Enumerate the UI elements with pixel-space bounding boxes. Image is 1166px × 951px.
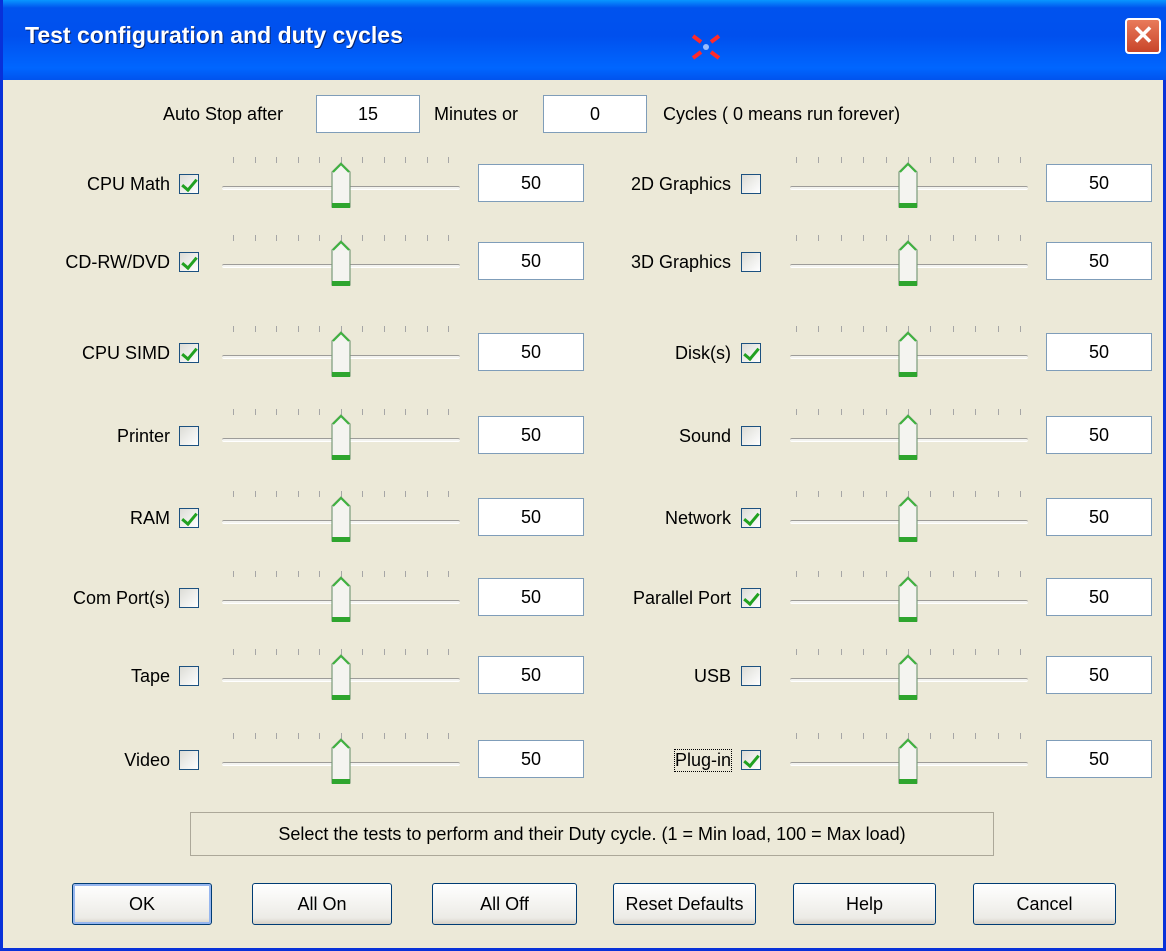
test-label-tape: Tape xyxy=(130,666,170,686)
slider-thumb-tape[interactable] xyxy=(330,654,352,702)
slider-thumb-com-port-s[interactable] xyxy=(330,576,352,624)
duty-value-tape[interactable]: 50 xyxy=(478,656,584,694)
duty-value-ram[interactable]: 50 xyxy=(478,498,584,536)
duty-value-video[interactable]: 50 xyxy=(478,740,584,778)
duty-value-cd-rw-dvd[interactable]: 50 xyxy=(478,242,584,280)
close-button[interactable]: ✕ xyxy=(1125,18,1161,54)
checkbox-network[interactable] xyxy=(741,508,761,528)
test-label-cd-rw-dvd: CD-RW/DVD xyxy=(65,252,170,272)
checkbox-usb[interactable] xyxy=(741,666,761,686)
test-label-plug-in: Plug-in xyxy=(673,749,733,772)
slider-thumb-printer[interactable] xyxy=(330,414,352,462)
test-label-com-port-s: Com Port(s) xyxy=(72,588,170,608)
slider-thumb-parallel-port[interactable] xyxy=(897,576,919,624)
reset-defaults-button[interactable]: Reset Defaults xyxy=(613,883,756,925)
cancel-button[interactable]: Cancel xyxy=(973,883,1116,925)
test-label-2d-graphics: 2D Graphics xyxy=(630,174,731,194)
test-label-disk-s: Disk(s) xyxy=(675,343,731,363)
duty-value-disk-s[interactable]: 50 xyxy=(1046,333,1152,371)
test-label-network: Network xyxy=(664,508,731,528)
duty-value-usb[interactable]: 50 xyxy=(1046,656,1152,694)
slider-thumb-ram[interactable] xyxy=(330,496,352,544)
test-label-sound: Sound xyxy=(678,426,731,446)
test-label-printer: Printer xyxy=(116,426,170,446)
checkbox-parallel-port[interactable] xyxy=(741,588,761,608)
test-label-cpu-simd: CPU SIMD xyxy=(81,343,170,363)
duty-value-printer[interactable]: 50 xyxy=(478,416,584,454)
duty-value-3d-graphics[interactable]: 50 xyxy=(1046,242,1152,280)
slider-thumb-cpu-simd[interactable] xyxy=(330,331,352,379)
slider-thumb-3d-graphics[interactable] xyxy=(897,240,919,288)
checkbox-plug-in[interactable] xyxy=(741,750,761,770)
checkbox-cpu-simd[interactable] xyxy=(179,343,199,363)
status-hint: Select the tests to perform and their Du… xyxy=(190,812,994,856)
autostop-prefix: Auto Stop after xyxy=(163,104,284,124)
duty-value-network[interactable]: 50 xyxy=(1046,498,1152,536)
help-button[interactable]: Help xyxy=(793,883,936,925)
test-label-video: Video xyxy=(124,750,170,770)
checkbox-2d-graphics[interactable] xyxy=(741,174,761,194)
test-label-3d-graphics: 3D Graphics xyxy=(630,252,731,272)
minutes-input[interactable]: 15 xyxy=(316,95,420,133)
checkbox-3d-graphics[interactable] xyxy=(741,252,761,272)
cycles-label: Cycles ( 0 means run forever) xyxy=(663,104,901,124)
slider-thumb-disk-s[interactable] xyxy=(897,331,919,379)
dialog-window: Test configuration and duty cycles ✕ Aut… xyxy=(0,0,1166,951)
checkbox-tape[interactable] xyxy=(179,666,199,686)
ok-button[interactable]: OK xyxy=(72,883,212,925)
checkbox-cpu-math[interactable] xyxy=(179,174,199,194)
slider-thumb-sound[interactable] xyxy=(897,414,919,462)
checkbox-sound[interactable] xyxy=(741,426,761,446)
burn-in-logo-icon xyxy=(691,34,721,60)
test-label-usb: USB xyxy=(693,666,731,686)
duty-value-2d-graphics[interactable]: 50 xyxy=(1046,164,1152,202)
checkbox-cd-rw-dvd[interactable] xyxy=(179,252,199,272)
slider-thumb-video[interactable] xyxy=(330,738,352,786)
cycles-input[interactable]: 0 xyxy=(543,95,647,133)
slider-thumb-usb[interactable] xyxy=(897,654,919,702)
all-on-button[interactable]: All On xyxy=(252,883,392,925)
checkbox-ram[interactable] xyxy=(179,508,199,528)
slider-thumb-cd-rw-dvd[interactable] xyxy=(330,240,352,288)
checkbox-disk-s[interactable] xyxy=(741,343,761,363)
title-bar[interactable]: Test configuration and duty cycles ✕ xyxy=(3,0,1166,80)
slider-thumb-2d-graphics[interactable] xyxy=(897,162,919,210)
test-label-ram: RAM xyxy=(130,508,170,528)
minutes-label: Minutes or xyxy=(434,104,519,124)
test-label-parallel-port: Parallel Port xyxy=(632,588,731,608)
duty-value-plug-in[interactable]: 50 xyxy=(1046,740,1152,778)
test-label-cpu-math: CPU Math xyxy=(86,174,170,194)
window-title: Test configuration and duty cycles xyxy=(25,22,403,48)
duty-value-parallel-port[interactable]: 50 xyxy=(1046,578,1152,616)
checkbox-video[interactable] xyxy=(179,750,199,770)
slider-thumb-network[interactable] xyxy=(897,496,919,544)
slider-thumb-plug-in[interactable] xyxy=(897,738,919,786)
slider-thumb-cpu-math[interactable] xyxy=(330,162,352,210)
checkbox-com-port-s[interactable] xyxy=(179,588,199,608)
checkbox-printer[interactable] xyxy=(179,426,199,446)
all-off-button[interactable]: All Off xyxy=(432,883,577,925)
duty-value-cpu-simd[interactable]: 50 xyxy=(478,333,584,371)
duty-value-sound[interactable]: 50 xyxy=(1046,416,1152,454)
duty-value-com-port-s[interactable]: 50 xyxy=(478,578,584,616)
duty-value-cpu-math[interactable]: 50 xyxy=(478,164,584,202)
